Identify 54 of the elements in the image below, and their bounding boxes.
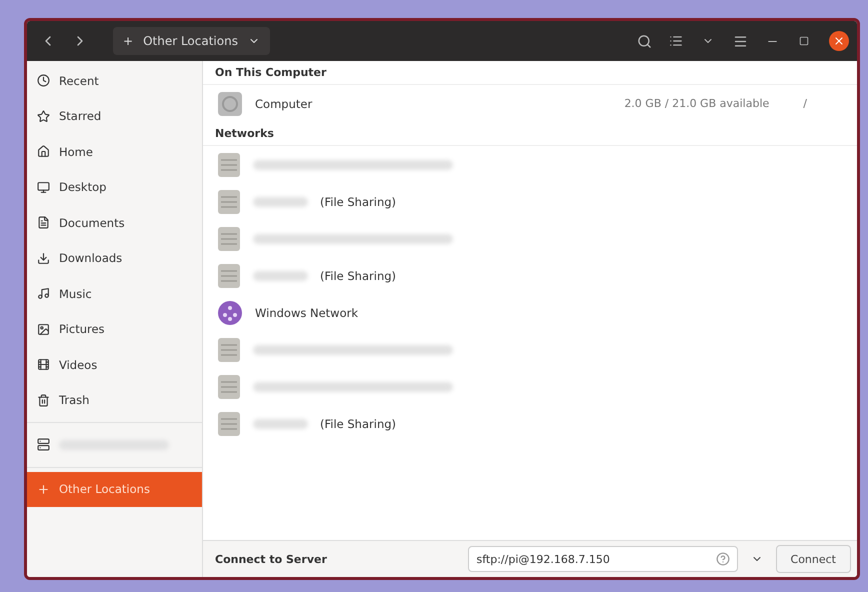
location-name: Computer xyxy=(255,96,312,110)
sidebar-item[interactable]: Music xyxy=(27,276,202,312)
network-icon xyxy=(217,300,243,326)
sidebar-item[interactable]: Pictures xyxy=(27,312,202,347)
location-suffix: (File Sharing) xyxy=(320,268,396,282)
server-icon xyxy=(217,152,241,178)
location-button[interactable]: + Other Locations xyxy=(113,27,270,55)
storage-text: 2.0 GB / 21.0 GB available xyxy=(624,97,770,110)
mount-point: / xyxy=(803,97,807,110)
sidebar-item[interactable]: Desktop xyxy=(27,170,202,205)
location-row[interactable]: Windows Network xyxy=(203,294,857,331)
desktop-icon xyxy=(37,180,50,194)
sidebar-item[interactable]: Documents xyxy=(27,205,202,240)
server-icon xyxy=(217,226,241,252)
location-row[interactable]: (File Sharing) xyxy=(203,257,857,294)
location-row[interactable]: (File Sharing) xyxy=(203,183,857,220)
sidebar-item[interactable]: Starred xyxy=(27,98,202,134)
server-icon xyxy=(217,262,241,288)
trash-icon xyxy=(37,394,50,407)
connect-label: Connect to Server xyxy=(215,552,327,566)
film-icon xyxy=(37,358,50,372)
sidebar-item[interactable]: Trash xyxy=(27,382,202,418)
close-icon xyxy=(833,35,845,47)
location-suffix: (File Sharing) xyxy=(320,416,396,430)
sidebar-item[interactable]: Downloads xyxy=(27,240,202,276)
download-icon xyxy=(37,252,50,265)
sidebar-item[interactable]: Videos xyxy=(27,347,202,382)
location-row[interactable]: (File Sharing) xyxy=(203,405,857,442)
home-icon xyxy=(37,145,50,158)
blurred-label xyxy=(253,418,308,428)
help-icon[interactable] xyxy=(716,552,730,566)
clock-icon xyxy=(37,74,50,88)
section-title: Networks xyxy=(203,122,857,146)
server-icon xyxy=(217,188,241,214)
drive-icon xyxy=(37,438,50,452)
close-button[interactable] xyxy=(829,31,849,51)
sidebar-item[interactable]: Recent xyxy=(27,63,202,98)
server-address-field[interactable]: sftp://pi@192.168.7.150 xyxy=(468,546,738,572)
location-row[interactable]: Computer 2.0 GB / 21.0 GB available / xyxy=(203,85,857,122)
location-suffix: (File Sharing) xyxy=(320,194,396,208)
plus-icon xyxy=(37,482,50,496)
document-icon xyxy=(37,216,50,230)
blurred-label xyxy=(253,270,308,280)
server-icon xyxy=(217,410,241,436)
sidebar-item[interactable]: Home xyxy=(27,134,202,170)
connect-button[interactable]: Connect xyxy=(776,545,851,573)
server-icon xyxy=(217,374,241,400)
section-title: On This Computer xyxy=(203,61,857,85)
picture-icon xyxy=(37,322,50,336)
blurred-label xyxy=(253,196,308,206)
music-icon xyxy=(37,287,50,300)
location-name: Windows Network xyxy=(255,306,358,320)
server-icon xyxy=(217,336,241,362)
star-icon xyxy=(37,110,50,123)
